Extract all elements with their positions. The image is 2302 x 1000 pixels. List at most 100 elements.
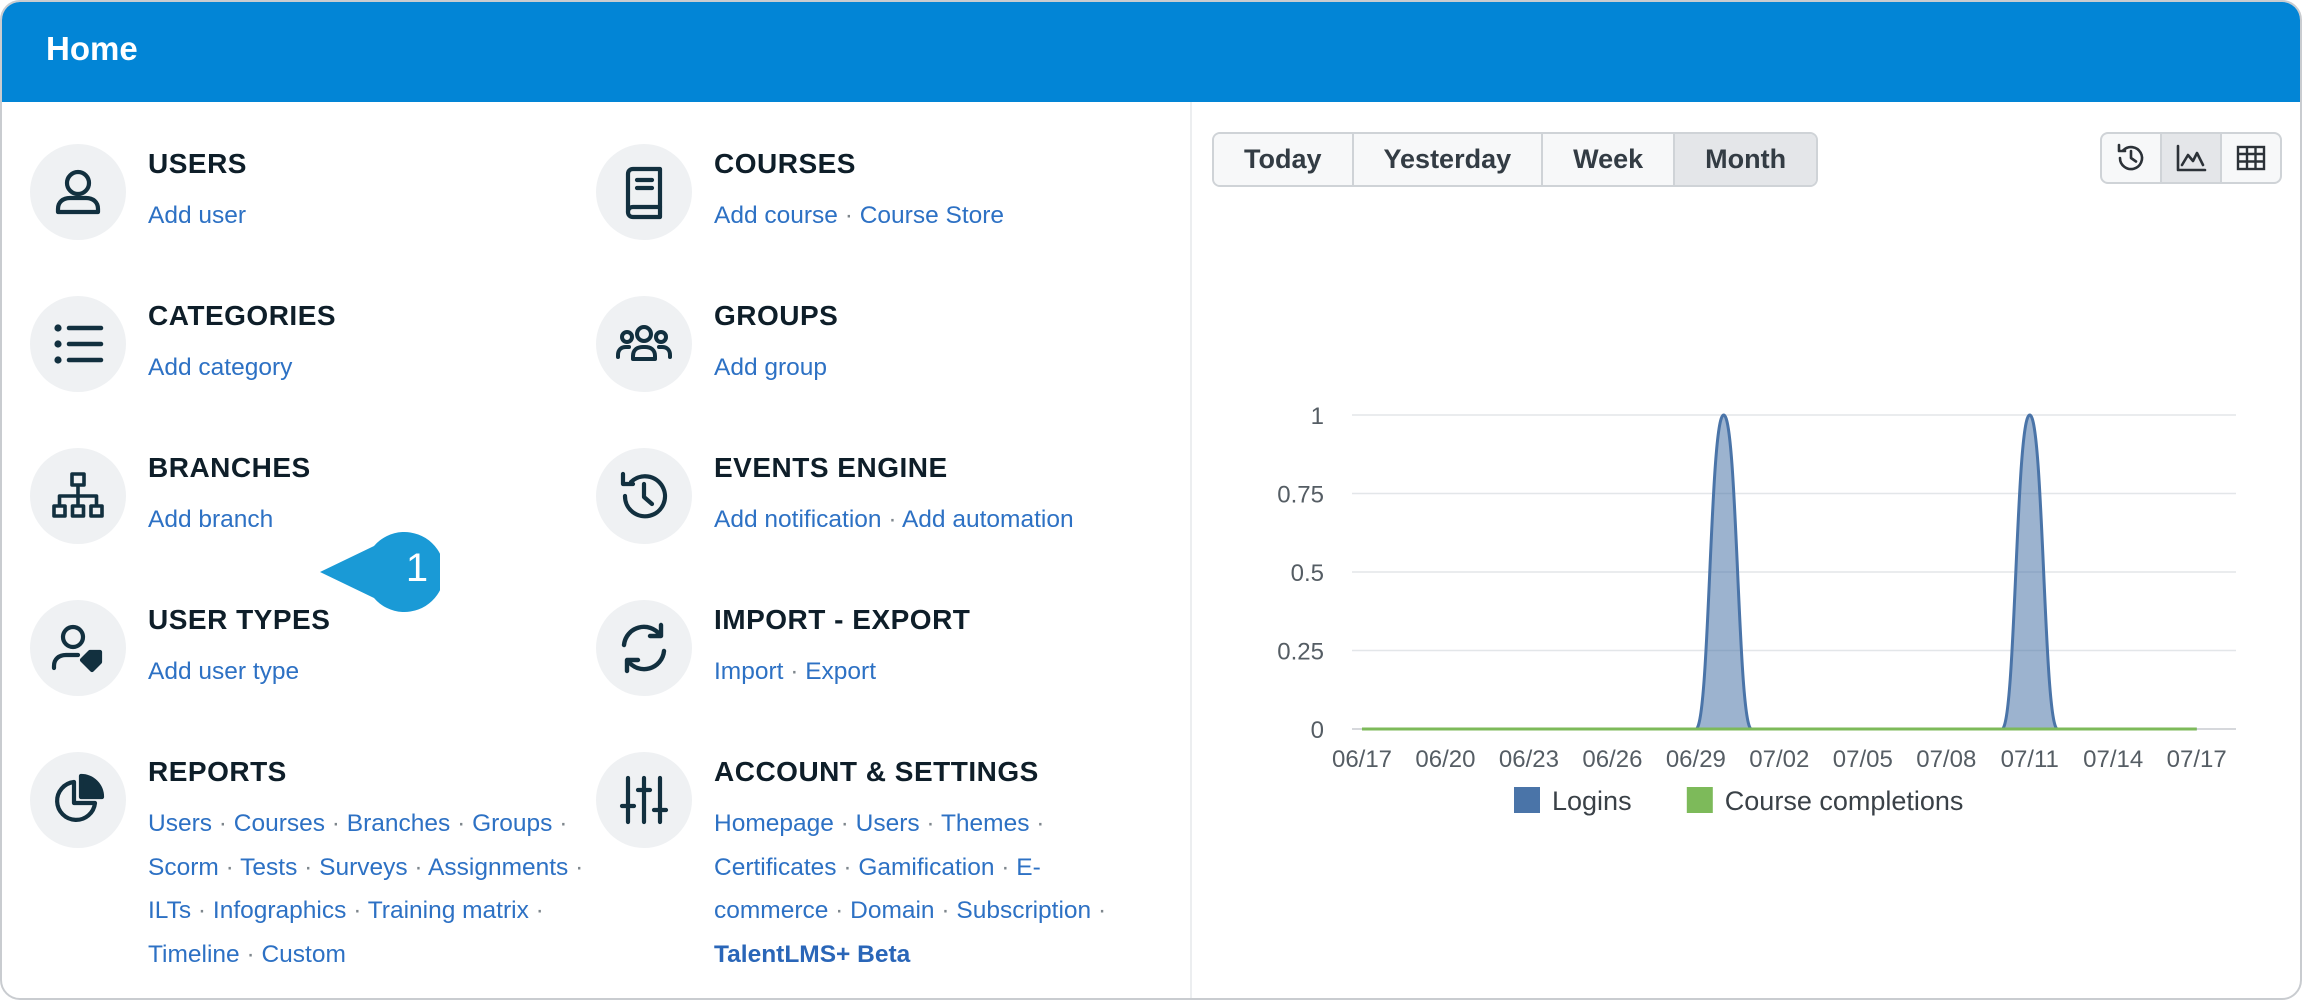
reports-courses-link[interactable]: Courses [234,810,325,837]
card-links-categories: Add category [148,346,588,390]
users-group-icon [596,296,692,392]
card-title-account-settings: ACCOUNT & SETTINGS [714,756,1039,787]
card-links-groups: Add group [714,346,1154,390]
card-title-groups: GROUPS [714,300,839,331]
y-tick-label: 1 [1311,403,1324,430]
import-link[interactable]: Import [714,658,783,685]
card-links-courses: Add course · Course Store [714,202,1005,229]
x-tick-label: 06/29 [1666,746,1726,773]
reports-tests-link[interactable]: Tests [240,854,297,881]
tab-week[interactable]: Week [1543,134,1676,185]
x-tick-label: 06/20 [1415,746,1475,773]
tab-yesterday[interactable]: Yesterday [1353,134,1544,185]
header-bar: Home [2,2,2300,102]
add-user-link[interactable]: Add user [148,202,246,229]
x-tick-label: 06/23 [1499,746,1559,773]
x-tick-label: 07/08 [1916,746,1976,773]
sitemap-icon [30,448,126,544]
chart-view-button[interactable] [2162,134,2222,182]
export-link[interactable]: Export [805,658,876,685]
reports-ilts-link[interactable]: ILTs [148,897,191,924]
card-title-user-types: USER TYPES [148,604,331,635]
legend-swatch [1686,787,1713,813]
card-links-account-settings: Homepage · Users · Themes · Certificates… [714,810,1107,968]
step-callout-number: 1 [405,546,429,590]
reports-infographics-link[interactable]: Infographics [213,897,346,924]
card-links-reports: Users · Courses · Branches · Groups · Sc… [148,810,584,968]
y-tick-label: 0 [1311,717,1324,744]
talentlms-plus-beta-link[interactable]: TalentLMS+ Beta [714,941,910,968]
reports-scorm-link[interactable]: Scorm [148,854,219,881]
table-grid-icon [2236,145,2266,171]
area-chart-icon [2176,144,2207,172]
settings-certificates-link[interactable]: Certificates [714,854,837,881]
logins-completions-chart: 0 0.25 0.5 0.75 1 06/17 06/20 06/23 06/26 06/29 07… [1277,403,2236,816]
reports-timeline-link[interactable]: Timeline [148,941,240,968]
step-callout-badge: 1 [320,532,445,612]
tab-today[interactable]: Today [1214,134,1354,185]
reports-groups-link[interactable]: Groups [472,810,552,837]
settings-themes-link[interactable]: Themes [941,810,1030,837]
add-user-type-link[interactable]: Add user type [148,658,299,685]
card-title-users: USERS [148,148,247,179]
y-tick-label: 0.5 [1291,560,1324,587]
reports-users-link[interactable]: Users [148,810,212,837]
tab-month[interactable]: Month [1675,134,1817,185]
reports-training-matrix-link[interactable]: Training matrix [368,897,529,924]
add-branch-link[interactable]: Add branch [148,506,273,533]
settings-subscription-link[interactable]: Subscription [956,897,1091,924]
list-icon [30,296,126,392]
pie-chart-icon [30,752,126,848]
stats-panel: Today Yesterday Week Month 0 0.25 0.5 0.… [1192,102,2300,998]
add-course-link[interactable]: Add course [714,202,838,229]
period-tabs: Today Yesterday Week Month [1212,132,1819,187]
settings-gamification-link[interactable]: Gamification [858,854,994,881]
x-tick-label: 07/14 [2083,746,2143,773]
x-tick-label: 07/17 [2167,746,2227,773]
legend-swatch [1514,787,1540,813]
history-icon [2117,143,2144,171]
settings-homepage-link[interactable]: Homepage [714,810,834,837]
reports-assignments-link[interactable]: Assignments [428,854,568,881]
card-links-import-export: Import · Export [714,658,877,685]
card-links-users: Add user [148,194,588,238]
view-toggle [2100,132,2282,184]
table-view-button[interactable] [2222,134,2280,182]
reports-branches-link[interactable]: Branches [347,810,451,837]
admin-shortcuts-panel: USERS Add user COURSES Add course · Cour… [2,102,1190,998]
legend-label: Course completions [1725,786,1964,816]
sync-icon [596,600,692,696]
user-tag-icon [30,600,126,696]
card-title-courses: COURSES [714,148,856,179]
home-dashboard-window: Home USERS Add user COURSES Add course ·… [0,0,2302,1000]
x-tick-label: 06/17 [1332,746,1392,773]
timeline-view-button[interactable] [2102,134,2162,182]
page-title: Home [46,30,138,67]
card-title-categories: CATEGORIES [148,300,337,331]
card-links-events-engine: Add notification · Add automation [714,506,1074,533]
sliders-icon [596,752,692,848]
x-tick-label: 06/26 [1582,746,1642,773]
card-title-reports: REPORTS [148,756,287,787]
card-title-events-engine: EVENTS ENGINE [714,452,948,483]
history-icon [596,448,692,544]
card-title-branches: BRANCHES [148,452,311,483]
settings-domain-link[interactable]: Domain [850,897,934,924]
reports-custom-link[interactable]: Custom [261,941,345,968]
card-title-import-export: IMPORT - EXPORT [714,604,971,635]
x-tick-label: 07/05 [1833,746,1893,773]
add-group-link[interactable]: Add group [714,354,827,381]
x-tick-label: 07/11 [2001,746,2059,773]
user-icon [30,144,126,240]
book-icon [596,144,692,240]
y-tick-label: 0.25 [1277,639,1324,666]
add-notification-link[interactable]: Add notification [714,506,882,533]
add-category-link[interactable]: Add category [148,354,292,381]
card-links-user-types: Add user type [148,650,588,694]
course-store-link[interactable]: Course Store [860,202,1004,229]
reports-surveys-link[interactable]: Surveys [319,854,408,881]
add-automation-link[interactable]: Add automation [902,506,1074,533]
settings-users-link[interactable]: Users [856,810,920,837]
legend-label: Logins [1552,786,1632,816]
x-tick-label: 07/02 [1749,746,1809,773]
